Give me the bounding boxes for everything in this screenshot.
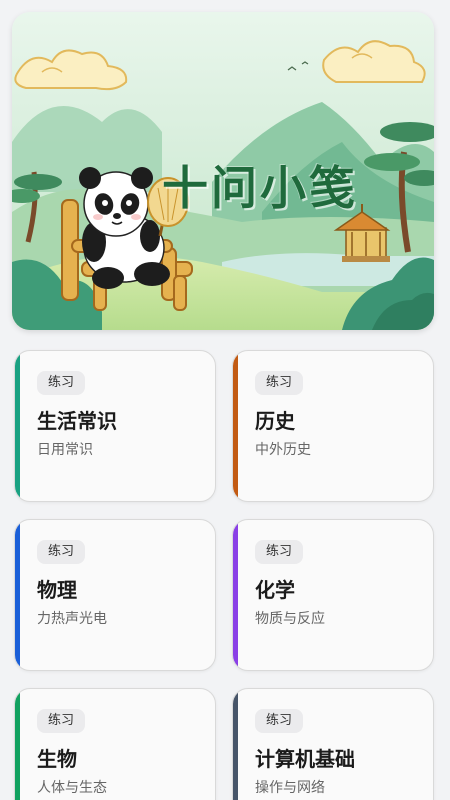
practice-tag: 练习	[255, 540, 304, 564]
banner-title: 十问小笺	[162, 161, 358, 215]
card-accent-bar	[233, 520, 238, 670]
practice-tag: 练习	[37, 709, 86, 733]
card-subtitle: 人体与生态	[37, 780, 107, 796]
practice-tag: 练习	[255, 709, 304, 733]
category-card-life[interactable]: 练习 生活常识 日用常识	[14, 350, 216, 502]
card-title: 化学	[255, 578, 295, 602]
card-title: 历史	[255, 409, 295, 433]
hero-banner[interactable]: 十问小笺	[12, 12, 434, 330]
card-accent-bar	[233, 351, 238, 501]
card-title: 生物	[37, 747, 77, 771]
card-subtitle: 日用常识	[37, 442, 93, 458]
category-card-biology[interactable]: 练习 生物 人体与生态	[14, 688, 216, 800]
card-title: 物理	[37, 578, 77, 602]
card-title: 生活常识	[37, 409, 117, 433]
category-card-history[interactable]: 练习 历史 中外历史	[232, 350, 434, 502]
card-subtitle: 操作与网络	[255, 780, 325, 796]
card-accent-bar	[15, 689, 20, 800]
category-card-computer[interactable]: 练习 计算机基础 操作与网络	[232, 688, 434, 800]
card-subtitle: 力热声光电	[37, 611, 107, 627]
practice-tag: 练习	[37, 540, 86, 564]
card-accent-bar	[233, 689, 238, 800]
practice-tag: 练习	[255, 371, 304, 395]
card-title: 计算机基础	[255, 747, 355, 771]
app-root: 十问小笺 练习 生活常识 日用常识 练习 历史 中外历史 练习 物理 力热声光电…	[0, 0, 450, 800]
card-subtitle: 物质与反应	[255, 611, 325, 627]
category-card-physics[interactable]: 练习 物理 力热声光电	[14, 519, 216, 671]
card-subtitle: 中外历史	[255, 442, 311, 458]
practice-tag: 练习	[37, 371, 86, 395]
category-card-chemistry[interactable]: 练习 化学 物质与反应	[232, 519, 434, 671]
card-accent-bar	[15, 351, 20, 501]
card-accent-bar	[15, 520, 20, 670]
